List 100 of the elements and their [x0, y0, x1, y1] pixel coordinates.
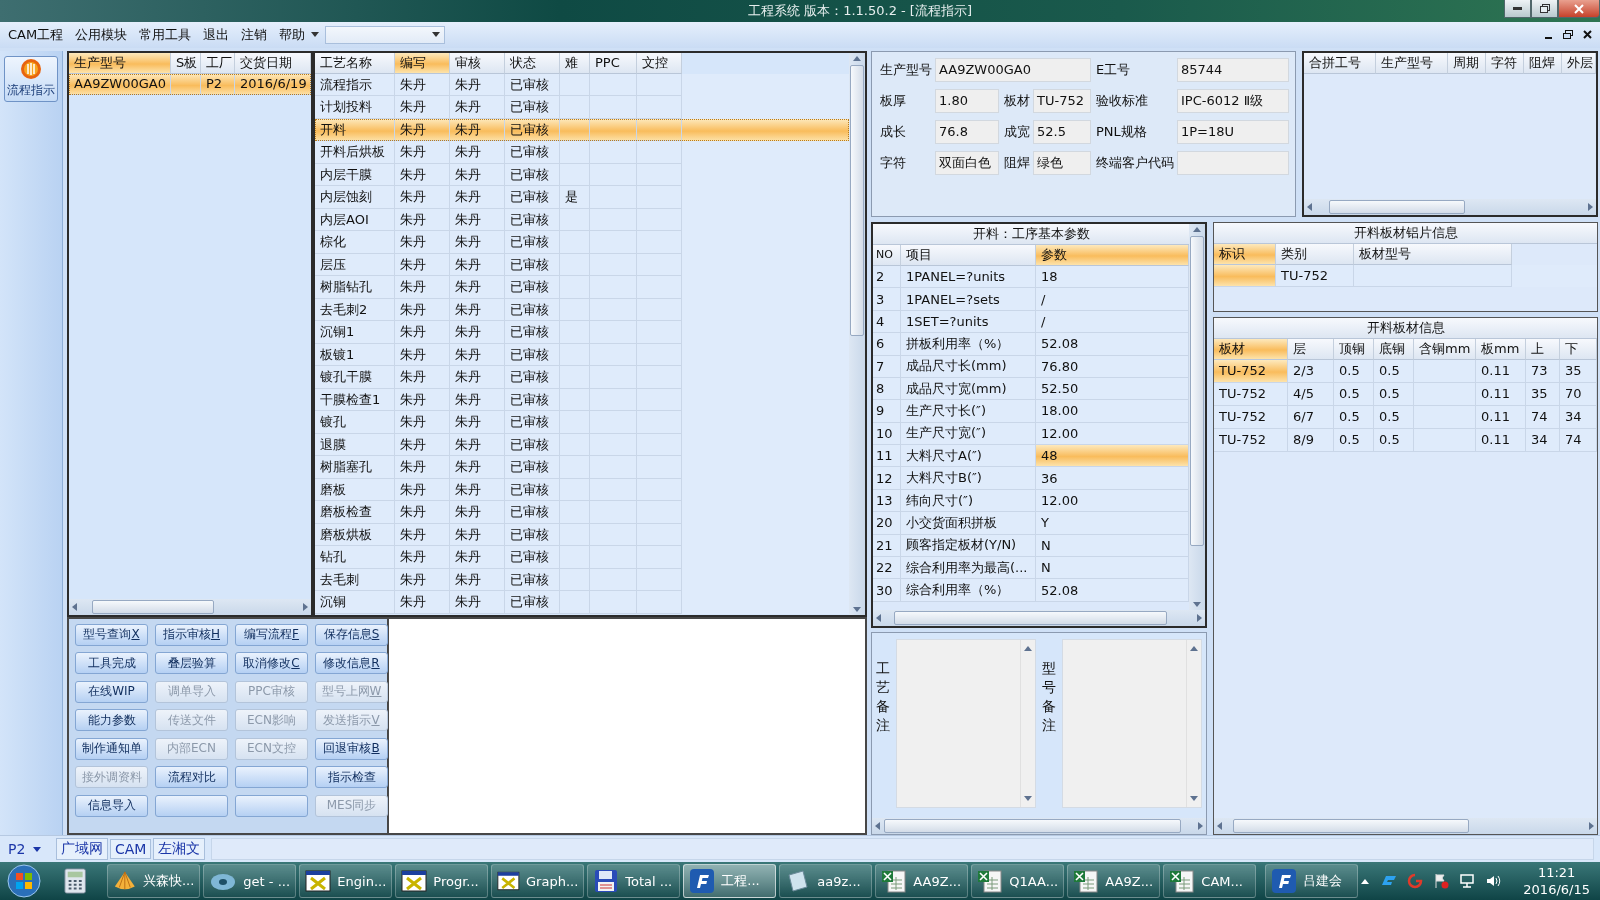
swirl-icon[interactable] [1407, 873, 1424, 889]
action-button[interactable]: 回退审核B [315, 737, 388, 760]
column-header[interactable]: 合拼工号 [1304, 52, 1376, 74]
action-button[interactable] [235, 766, 308, 789]
column-header[interactable]: 编写 [395, 52, 450, 74]
input-field[interactable]: IPC-6012 Ⅱ级 [1177, 88, 1289, 113]
table-row[interactable]: 9 生产尺寸长(″) 18.00 [873, 400, 1189, 423]
table-row[interactable]: 镀孔干膜 朱丹 朱丹 已审核 [315, 366, 849, 389]
column-header[interactable]: 标识 [1214, 243, 1276, 265]
action-button[interactable]: 叠层验算 [155, 652, 228, 675]
action-button[interactable]: 型号查询X [75, 623, 148, 646]
column-header[interactable]: 工厂 [201, 52, 235, 74]
action-button[interactable] [155, 794, 228, 817]
plant-dropdown[interactable]: P2 [4, 841, 54, 858]
column-header[interactable]: 含铜mm [1414, 338, 1476, 360]
table-row[interactable]: 22 综合利用率为最高(... N [873, 557, 1189, 580]
table-row[interactable]: 棕化 朱丹 朱丹 已审核 [315, 231, 849, 254]
table-row[interactable]: 退膜 朱丹 朱丹 已审核 [315, 433, 849, 457]
column-header[interactable]: 板材 [1214, 338, 1288, 360]
status-tab[interactable]: CAM [110, 839, 152, 860]
horizontal-scrollbar[interactable] [1214, 818, 1597, 835]
input-field[interactable] [1177, 150, 1289, 175]
taskbar-button[interactable]: 吕建会 [1265, 864, 1359, 898]
column-header[interactable]: 层 [1288, 338, 1334, 360]
table-row[interactable]: 4 1SET=?units / [873, 310, 1189, 334]
table-row[interactable]: 磨板检查 朱丹 朱丹 已审核 [315, 501, 849, 524]
table-row[interactable]: 树脂塞孔 朱丹 朱丹 已审核 [315, 456, 849, 479]
table-row[interactable]: 11 大料尺寸A(″) 48 [873, 445, 1189, 468]
action-button[interactable]: 能力参数 [75, 709, 148, 732]
taskbar-button[interactable]: Progr... [395, 864, 489, 898]
column-header[interactable]: 项目 [901, 244, 1036, 266]
action-button[interactable]: 指示检查 [315, 766, 388, 789]
table-row[interactable]: 内层AOI 朱丹 朱丹 已审核 [315, 208, 849, 232]
action-button[interactable] [235, 794, 308, 817]
menu-item[interactable]: CAM工程 [2, 25, 70, 44]
table-row[interactable]: 磨板烘板 朱丹 朱丹 已审核 [315, 523, 849, 547]
table-row[interactable]: 计划投料 朱丹 朱丹 已审核 [315, 96, 849, 119]
column-header[interactable]: 字符 [1486, 52, 1524, 74]
table-row[interactable]: 8 成品尺寸宽(mm) 52.50 [873, 377, 1189, 401]
table-row[interactable]: 磨板 朱丹 朱丹 已审核 [315, 478, 849, 502]
table-row[interactable]: 7 成品尺寸长(mm) 76.80 [873, 355, 1189, 378]
column-header[interactable]: 类别 [1276, 243, 1354, 265]
table-row[interactable]: 层压 朱丹 朱丹 已审核 [315, 253, 849, 277]
column-header[interactable]: NO [873, 244, 901, 266]
table-row[interactable]: 干膜检查1 朱丹 朱丹 已审核 [315, 388, 849, 412]
input-field[interactable]: 76.8 [935, 119, 999, 144]
table-row[interactable]: 开料后烘板 朱丹 朱丹 已审核 [315, 141, 849, 164]
taskbar-button[interactable]: Engin... [299, 864, 393, 898]
menu-item[interactable]: 帮助 [273, 25, 312, 44]
notes-field[interactable] [1062, 638, 1202, 809]
column-header[interactable]: 上 [1526, 338, 1560, 360]
table-row[interactable]: 6 拼板利用率（%） 52.08 [873, 333, 1189, 356]
action-button[interactable]: 修改信息R [315, 652, 388, 675]
table-row[interactable]: 12 大料尺寸B(″) 36 [873, 467, 1189, 490]
table-row[interactable]: 去毛刺 朱丹 朱丹 已审核 [315, 568, 849, 592]
taskbar-button[interactable]: AA9Z... [1067, 864, 1161, 898]
action-button[interactable]: 指示审核H [155, 623, 228, 646]
tray-expand-icon[interactable] [1361, 878, 1370, 884]
horizontal-scrollbar[interactable] [1304, 198, 1596, 215]
column-header[interactable]: S板 [171, 52, 201, 74]
taskbar-button[interactable]: Q1AA... [971, 864, 1065, 898]
input-field[interactable]: AA9ZW00GA0 [935, 57, 1091, 82]
table-row[interactable]: 3 1PANEL=?sets / [873, 288, 1189, 311]
input-field[interactable]: 双面白色 [935, 150, 999, 175]
table-row[interactable]: AA9ZW00GA0 P2 2016/6/19 [69, 73, 311, 95]
column-header[interactable]: 审核 [450, 52, 505, 74]
table-row[interactable]: 2 1PANEL=?units 18 [873, 265, 1189, 289]
flag-icon[interactable] [1433, 873, 1450, 889]
taskbar-button[interactable]: Total ... [587, 864, 681, 898]
table-row[interactable]: 21 顾客指定板材(Y/N) N [873, 534, 1189, 557]
input-field[interactable]: 绿色 [1033, 150, 1091, 175]
table-row[interactable]: 沉铜1 朱丹 朱丹 已审核 [315, 321, 849, 344]
input-field[interactable]: 52.5 [1033, 119, 1091, 144]
taskbar-button[interactable]: 兴森快... [107, 864, 201, 898]
taskbar-button[interactable]: Graph... [491, 864, 585, 898]
taskbar-button[interactable]: aa9z... [779, 864, 873, 898]
table-row[interactable]: TU-752 6/7 0.5 0.5 0.11 74 34 [1214, 405, 1597, 429]
action-button[interactable]: 制作通知单 [75, 737, 148, 760]
action-button[interactable]: 流程对比 [155, 766, 228, 789]
table-row[interactable]: 开料 朱丹 朱丹 已审核 [315, 118, 849, 142]
action-button[interactable]: 信息导入 [75, 794, 148, 817]
menu-item[interactable]: 注销 [235, 25, 274, 44]
status-tab[interactable]: 左湘文 [153, 838, 206, 861]
close-icon[interactable] [1583, 30, 1592, 40]
column-header[interactable]: 顶铜 [1334, 338, 1374, 360]
table-row[interactable]: 20 小交货面积拼板 Y [873, 512, 1189, 535]
table-row[interactable]: 内层蚀刻 朱丹 朱丹 已审核 是 [315, 186, 849, 209]
restore-button[interactable] [1531, 0, 1558, 18]
column-header[interactable]: 阻焊 [1524, 52, 1562, 74]
table-row[interactable]: TU-752 4/5 0.5 0.5 0.11 35 70 [1214, 382, 1597, 406]
column-header[interactable]: 文控 [637, 52, 682, 74]
horizontal-scrollbar[interactable] [872, 818, 1206, 835]
column-header[interactable]: 生产型号 [69, 52, 171, 74]
vertical-scrollbar[interactable] [1189, 223, 1205, 610]
table-row[interactable]: 钻孔 朱丹 朱丹 已审核 [315, 546, 849, 569]
table-row[interactable]: TU-752 8/9 0.5 0.5 0.11 34 74 [1214, 428, 1597, 452]
column-header[interactable]: 生产型号 [1376, 52, 1448, 74]
menu-item[interactable]: 公用模块 [69, 25, 134, 44]
column-header[interactable]: 周期 [1448, 52, 1486, 74]
table-row[interactable]: 30 综合利用率（%） 52.08 [873, 579, 1189, 602]
